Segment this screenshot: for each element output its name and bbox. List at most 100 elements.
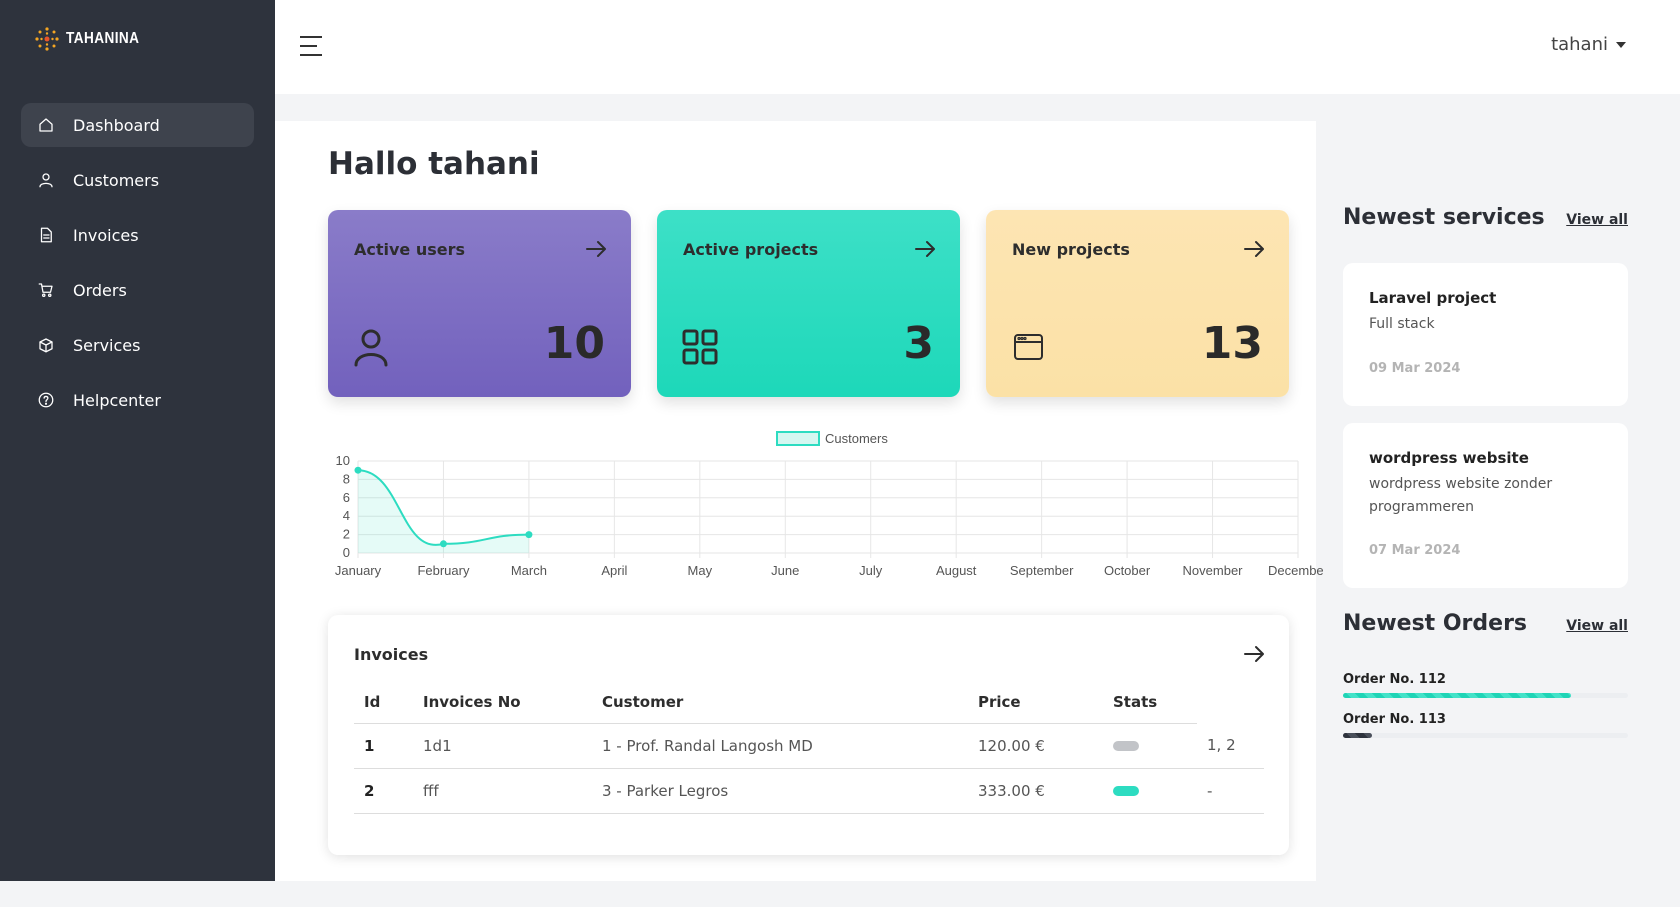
legend-label: Customers (825, 431, 888, 446)
service-date: 07 Mar 2024 (1369, 543, 1461, 558)
document-icon (37, 226, 55, 244)
status-pill (1113, 740, 1139, 751)
sunburst-logo-icon (35, 27, 59, 51)
y-tick-label: 0 (343, 545, 350, 560)
brand-name: TAHANINA (66, 30, 140, 47)
sidebar: TAHANINA Dashboard Customers Invoices Or… (0, 0, 275, 881)
invoices-title: Invoices (354, 645, 429, 664)
sidebar-item-customers[interactable]: Customers (21, 158, 254, 202)
column-header: Price (968, 681, 1103, 724)
arrow-right-icon[interactable] (914, 240, 936, 258)
invoice-customer: 3 - Parker Legros (592, 768, 968, 814)
box-icon (37, 336, 55, 354)
orders-header: Newest Orders View all (1343, 611, 1628, 636)
order-item[interactable]: Order No. 112 (1343, 672, 1628, 698)
arrow-right-icon[interactable] (1243, 645, 1265, 663)
x-tick-label: May (688, 563, 713, 578)
invoice-id: 2 (354, 768, 413, 814)
x-tick-label: December (1268, 563, 1323, 578)
sidebar-item-label: Services (73, 335, 141, 355)
invoice-id: 1 (354, 723, 413, 769)
orders-view-all-link[interactable]: View all (1566, 618, 1628, 634)
customers-chart: 0 2 4 6 8 10 January February March April May June J… (323, 427, 1329, 582)
cart-icon (37, 281, 55, 299)
order-label: Order No. 113 (1343, 712, 1446, 727)
sidebar-nav: Dashboard Customers Invoices Orders Serv… (21, 103, 254, 433)
sidebar-item-label: Helpcenter (73, 390, 161, 410)
orders-title: Newest Orders (1343, 611, 1528, 636)
main-panel: Hallo tahani Active users 10 Active proj… (275, 121, 1329, 881)
help-circle-icon (37, 391, 55, 409)
logo[interactable]: TAHANINA (34, 26, 152, 52)
order-item[interactable]: Order No. 113 (1343, 712, 1628, 738)
order-progress-fill (1343, 693, 1571, 698)
order-label: Order No. 112 (1343, 672, 1446, 687)
new-projects-card[interactable]: New projects 13 (986, 210, 1289, 397)
sidebar-item-label: Invoices (73, 225, 139, 245)
arrow-right-icon[interactable] (1243, 240, 1265, 258)
active-projects-card[interactable]: Active projects 3 (657, 210, 960, 397)
column-header: Invoices No (413, 681, 592, 724)
y-tick-label: 6 (343, 490, 350, 505)
x-tick-label: July (859, 563, 883, 578)
top-bar: tahani (275, 0, 1680, 94)
x-tick-label: April (601, 563, 627, 578)
invoice-extra: - (1197, 768, 1264, 814)
stat-cards: Active users 10 Active projects 3 New pr… (328, 210, 1289, 397)
table-row[interactable]: 1 1d1 1 - Prof. Randal Langosh MD 120.00… (354, 723, 1264, 769)
card-value: 10 (543, 318, 605, 369)
browser-window-icon (1010, 327, 1048, 367)
column-header: Id (354, 681, 413, 724)
menu-toggle-icon[interactable] (300, 36, 322, 56)
sidebar-item-services[interactable]: Services (21, 323, 254, 367)
sidebar-item-invoices[interactable]: Invoices (21, 213, 254, 257)
service-date: 09 Mar 2024 (1369, 361, 1461, 376)
sidebar-item-helpcenter[interactable]: Helpcenter (21, 378, 254, 422)
service-card[interactable]: wordpress website wordpress website zond… (1343, 423, 1628, 588)
order-progress-track (1343, 733, 1628, 738)
card-title: Active projects (683, 240, 819, 259)
sidebar-item-label: Customers (73, 170, 160, 190)
caret-down-icon (1616, 41, 1626, 48)
grid-icon (681, 327, 719, 367)
x-tick-label: June (771, 563, 799, 578)
services-view-all-link[interactable]: View all (1566, 212, 1628, 228)
chart-svg: 0 2 4 6 8 10 January February March April May June J… (335, 431, 1329, 578)
invoice-no: fff (413, 768, 592, 814)
card-value: 13 (1201, 318, 1263, 369)
sidebar-item-label: Orders (73, 280, 127, 300)
invoices-table: Id Invoices No Customer Price Stats 1 1d… (354, 681, 1264, 814)
card-title: Active users (354, 240, 466, 259)
y-tick-label: 2 (343, 527, 350, 542)
order-progress-track (1343, 693, 1628, 698)
invoice-customer: 1 - Prof. Randal Langosh MD (592, 723, 968, 769)
legend-swatch (776, 431, 820, 446)
table-header-row: Id Invoices No Customer Price Stats (354, 681, 1264, 724)
active-users-card[interactable]: Active users 10 (328, 210, 631, 397)
table-row[interactable]: 2 fff 3 - Parker Legros 333.00 € - (354, 768, 1264, 814)
sidebar-item-label: Dashboard (73, 115, 160, 135)
arrow-right-icon[interactable] (585, 240, 607, 258)
x-tick-label: March (511, 563, 547, 578)
invoice-stat (1103, 768, 1197, 814)
order-progress-fill (1343, 733, 1372, 738)
data-point (525, 531, 533, 539)
x-tick-label: October (1104, 563, 1151, 578)
data-point (439, 540, 447, 548)
sidebar-item-dashboard[interactable]: Dashboard (21, 103, 254, 147)
page-title: Hallo tahani (328, 146, 540, 182)
card-value: 3 (903, 318, 934, 369)
service-card[interactable]: Laravel project Full stack 09 Mar 2024 (1343, 263, 1628, 406)
card-title: New projects (1012, 240, 1130, 259)
y-tick-label: 4 (343, 508, 350, 523)
user-menu-dropdown[interactable]: tahani (1551, 34, 1626, 55)
invoice-price: 333.00 € (968, 768, 1103, 814)
user-icon (352, 327, 390, 367)
invoices-panel: Invoices Id Invoices No Customer Price S… (328, 615, 1289, 855)
status-pill (1113, 785, 1139, 796)
x-tick-label: February (417, 563, 470, 578)
sidebar-item-orders[interactable]: Orders (21, 268, 254, 312)
user-name: tahani (1551, 34, 1608, 55)
service-desc: Full stack (1369, 316, 1435, 332)
invoice-extra: 1, 2 (1197, 723, 1264, 769)
